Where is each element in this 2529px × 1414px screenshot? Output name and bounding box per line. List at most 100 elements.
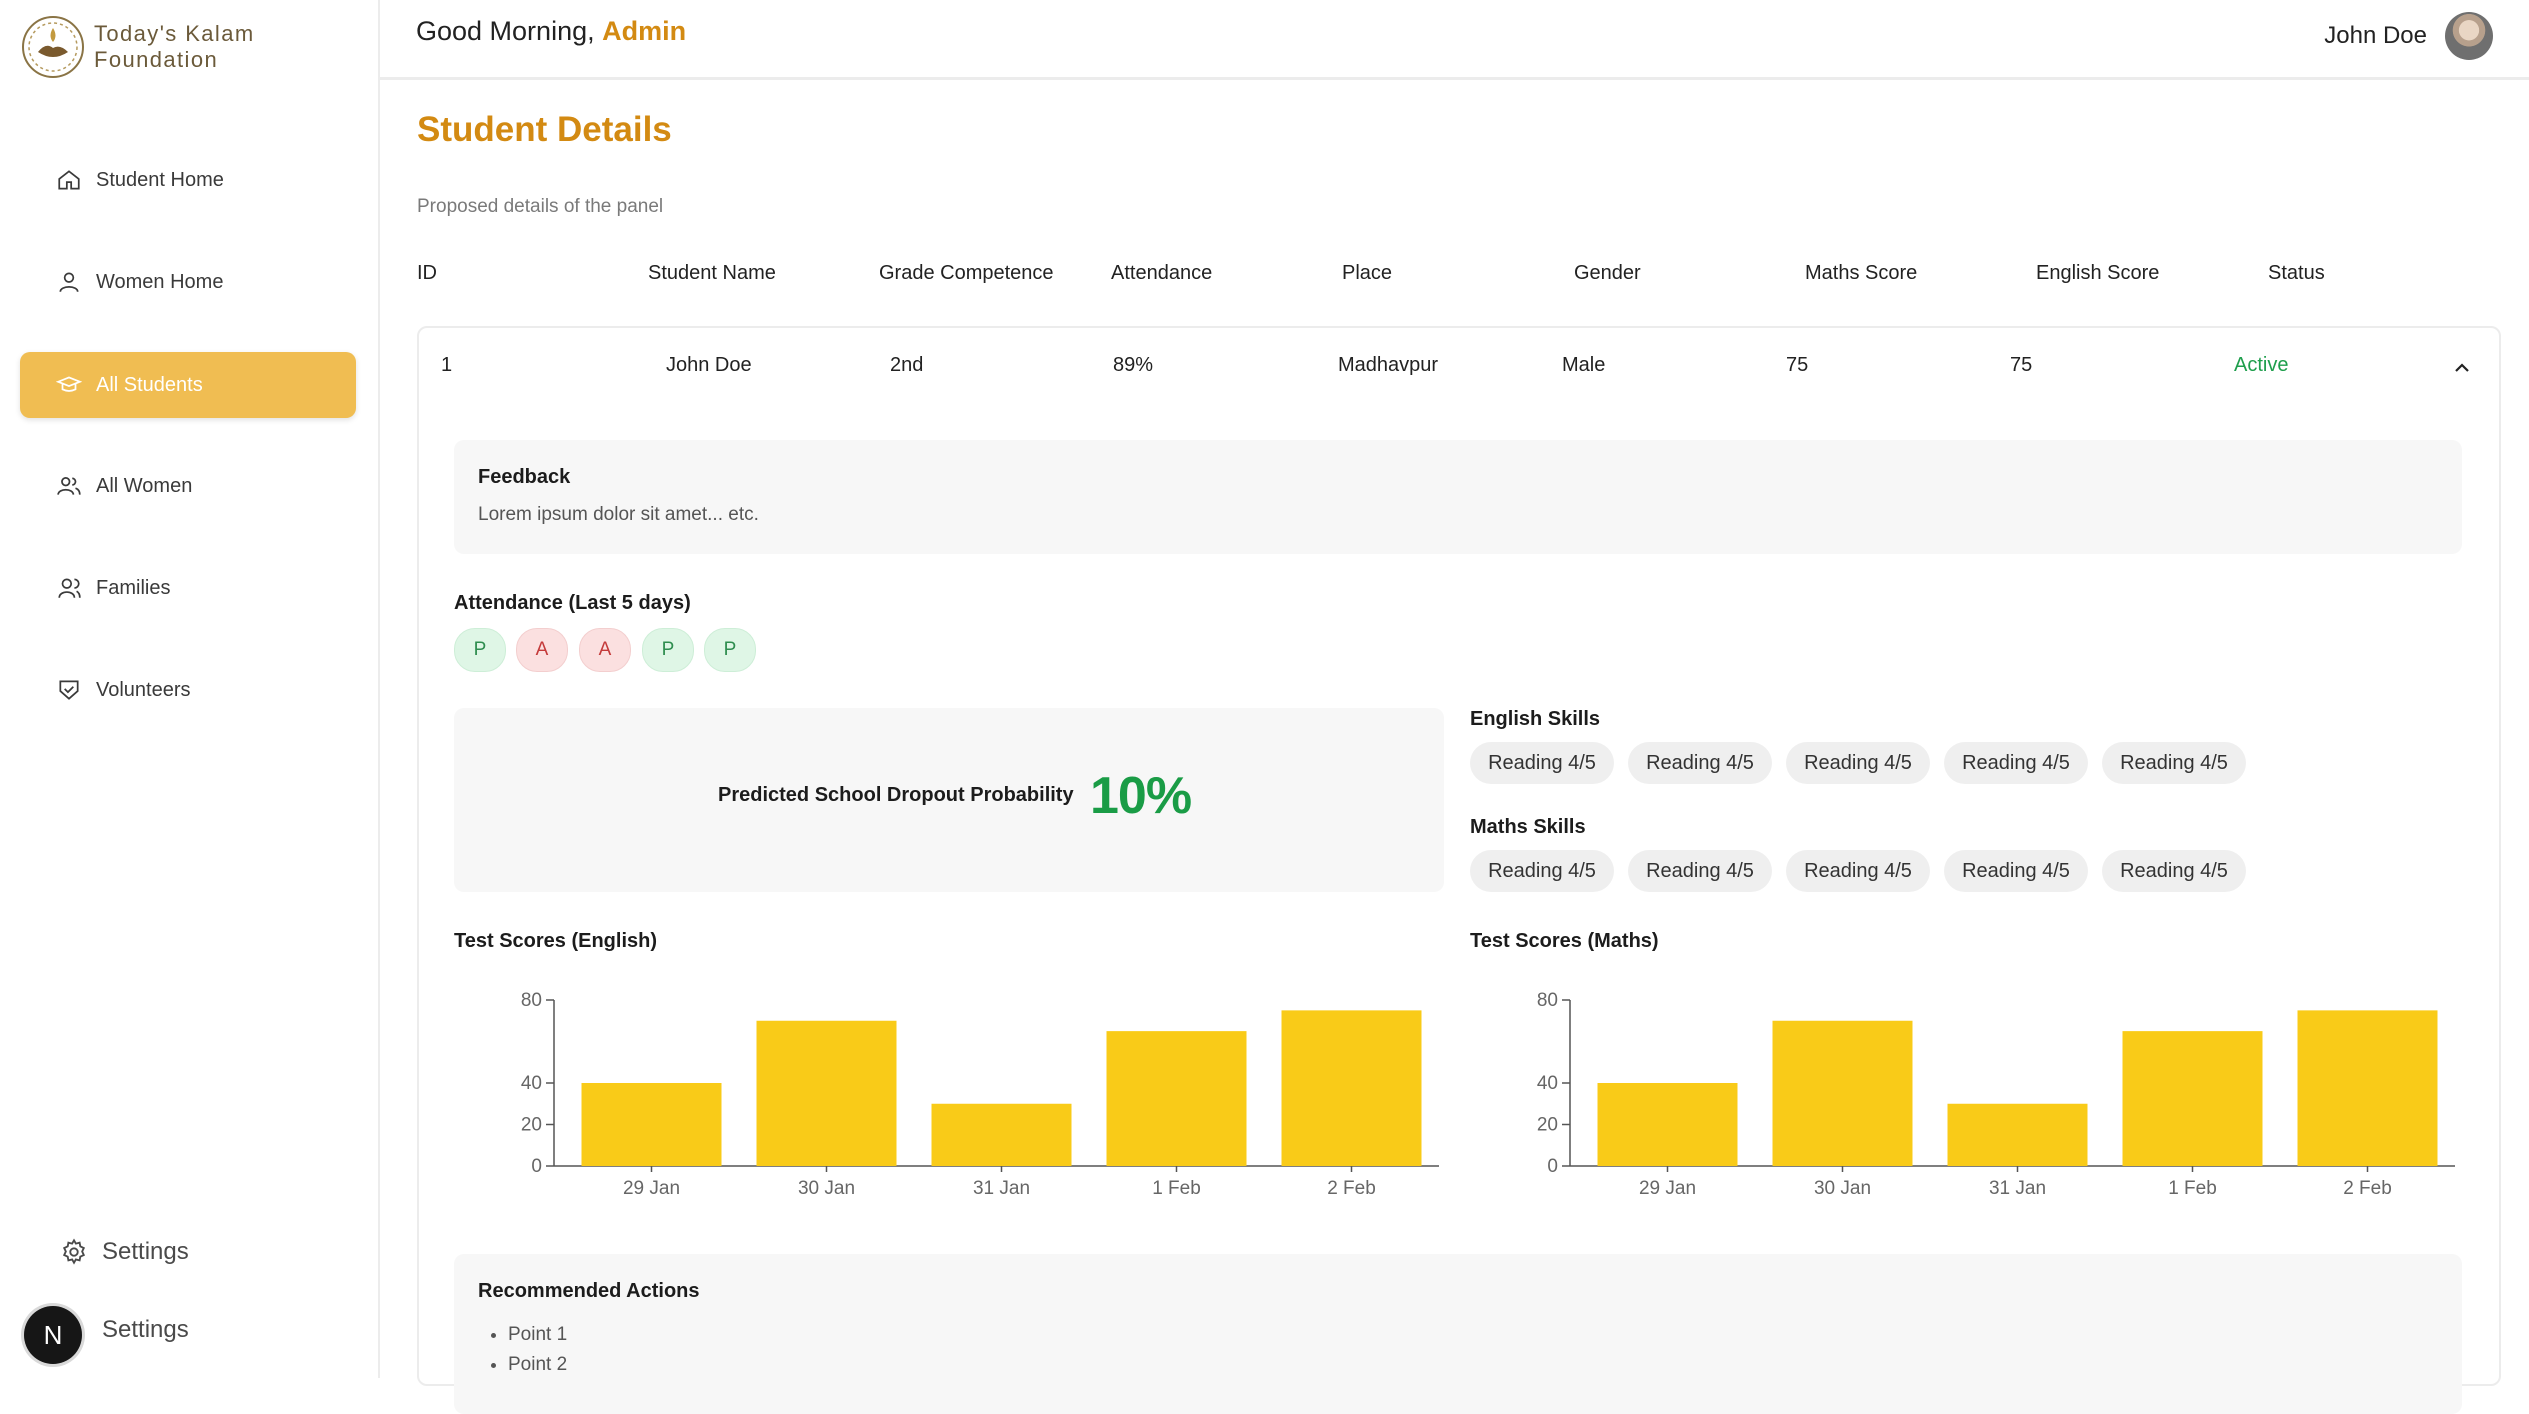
sidebar-item-all-students[interactable]: All Students [20,352,356,418]
english-test-scores-chart: 0 20 40 80 29 Jan 30 Jan 31 Jan 1 Feb 2 Feb [521,990,1439,1199]
maths-skill-chip: Reading 4/5 [1786,850,1930,892]
maths-skill-chip: Reading 4/5 [1944,850,2088,892]
brand-line-2: Foundation [94,47,219,72]
list-item: Point 2 [508,1350,567,1380]
users-icon [57,477,81,495]
y-tick-label: 20 [1537,1115,1558,1136]
y-tick-label: 0 [531,1156,542,1177]
user-name: John Doe [2324,22,2427,49]
feedback-text: Lorem ipsum dolor sit amet... etc. [478,504,759,525]
x-tick-label: 2 Feb [1327,1178,1376,1199]
cell-student-name: John Doe [666,354,752,376]
y-tick-label: 40 [521,1073,542,1094]
feedback-panel [454,440,2462,554]
column-header-id: ID [417,262,437,284]
chart-title-english: Test Scores (English) [454,930,658,952]
chart-bar [1947,1103,2088,1166]
x-tick-label: 2 Feb [2343,1178,2392,1199]
page-title: Student Details [417,110,672,149]
x-tick-label: 30 Jan [1814,1178,1871,1199]
greeting-text: Good Morning, [416,16,603,46]
column-header-status: Status [2268,262,2325,284]
chart-bar [2297,1010,2438,1166]
greeting: Good Morning, Admin [416,16,686,47]
attendance-day-1: P [454,628,506,672]
settings-link-secondary[interactable]: Settings [102,1316,189,1344]
attendance-day-4: P [642,628,694,672]
handshake-icon [59,680,79,700]
column-header-english-score: English Score [2036,262,2160,284]
cell-attendance: 89% [1113,354,1154,376]
y-tick-label: 0 [1547,1156,1558,1177]
page-subtitle: Proposed details of the panel [417,196,664,217]
chart-bar [2122,1031,2263,1166]
column-header-attendance: Attendance [1111,262,1213,284]
recommended-title: Recommended Actions [478,1280,700,1302]
sidebar-item-families[interactable]: Families [20,555,356,621]
dropout-card: Predicted School Dropout Probability 10% [454,708,1444,892]
chart-bar [1106,1031,1247,1166]
list-item: Point 1 [508,1320,567,1350]
brand-line-1: Today's Kalam [94,21,255,46]
top-header: Good Morning, Admin John Doe [380,0,2529,80]
brand-logo[interactable]: Today's Kalam Foundation [20,14,255,80]
sidebar-item-label: Volunteers [96,678,191,701]
y-tick-label: 80 [1537,990,1558,1011]
settings-link[interactable]: Settings [60,1238,189,1266]
maths-skill-chip: Reading 4/5 [2102,850,2246,892]
column-header-maths-score: Maths Score [1805,262,1918,284]
chevron-up-icon[interactable] [2450,356,2474,380]
attendance-title: Attendance (Last 5 days) [454,592,691,614]
gear-icon [62,1238,86,1265]
y-tick-label: 40 [1537,1073,1558,1094]
sidebar-item-volunteers[interactable]: Volunteers [20,657,356,723]
sidebar-item-label: Families [96,576,171,599]
recommended-actions-panel: Recommended Actions Point 1 Point 2 [454,1254,2462,1414]
english-skills-title: English Skills [1470,708,1601,730]
attendance-day-2: A [516,628,568,672]
cell-english-score: 75 [2010,354,2033,376]
lamp-logo-icon [22,16,84,78]
sidebar-item-label: Student Home [96,168,224,191]
maths-skill-chip: Reading 4/5 [1628,850,1772,892]
family-icon [58,578,81,598]
sidebar-item-label: Women Home [96,270,224,293]
settings-label: Settings [102,1316,189,1343]
settings-label: Settings [102,1238,189,1265]
english-skill-chip: Reading 4/5 [1786,742,1930,784]
user-menu[interactable]: John Doe [2324,12,2493,60]
avatar[interactable] [2445,12,2493,60]
attendance-day-5: P [704,628,756,672]
cell-id: 1 [441,354,453,376]
graduation-cap-icon [56,376,82,392]
english-skill-chip: Reading 4/5 [2102,742,2246,784]
chart-bar [581,1083,722,1166]
recommended-list: Point 1 Point 2 [490,1320,567,1380]
cell-maths-score: 75 [1786,354,1809,376]
maths-test-scores-chart: 0 20 40 80 29 Jan 30 Jan 31 Jan 1 Feb 2 Feb [1537,990,2455,1199]
dropout-value: 10% [1090,767,1192,825]
sidebar-item-label: All Women [96,474,193,497]
sidebar-item-student-home[interactable]: Student Home [20,147,356,213]
column-header-grade: Grade Competence [879,262,1054,284]
y-tick-label: 80 [521,990,542,1011]
english-skill-chip: Reading 4/5 [1470,742,1614,784]
sidebar-item-women-home[interactable]: Women Home [20,249,356,315]
cell-grade: 2nd [890,354,924,376]
x-tick-label: 1 Feb [2168,1178,2217,1199]
maths-skill-chip: Reading 4/5 [1470,850,1614,892]
dropout-label: Predicted School Dropout Probability [718,784,1074,806]
user-icon [59,272,79,293]
x-tick-label: 30 Jan [798,1178,855,1199]
english-skill-chip: Reading 4/5 [1944,742,2088,784]
sidebar-item-all-women[interactable]: All Women [20,453,356,519]
sidebar-item-label: All Students [96,373,203,396]
cell-gender: Male [1562,354,1606,376]
x-tick-label: 1 Feb [1152,1178,1201,1199]
attendance-day-3: A [579,628,631,672]
home-icon [58,170,80,190]
sidebar: Today's Kalam Foundation Student Home Wo… [0,0,380,1378]
dev-badge[interactable]: N [24,1306,82,1364]
column-header-student-name: Student Name [648,262,776,284]
x-tick-label: 29 Jan [1639,1178,1696,1199]
